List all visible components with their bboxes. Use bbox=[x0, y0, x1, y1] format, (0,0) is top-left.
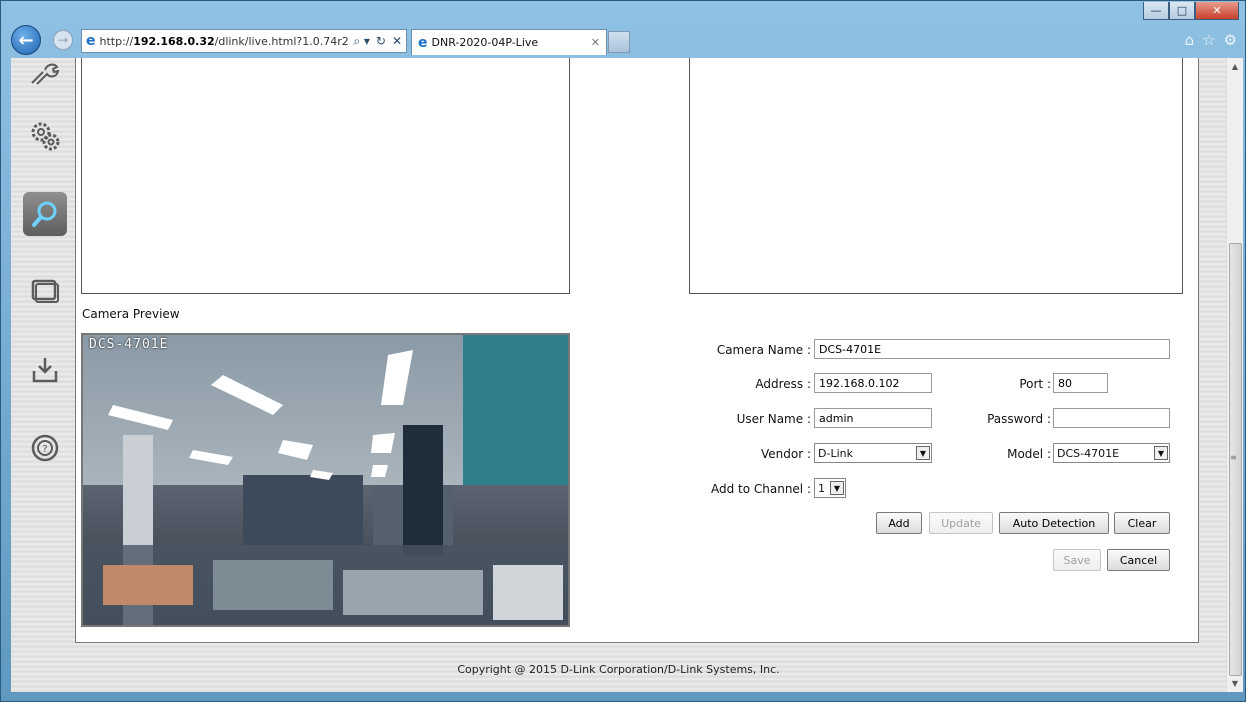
url-prefix: http:// bbox=[99, 34, 134, 48]
url-host: 192.168.0.32 bbox=[133, 34, 215, 48]
svg-text:?: ? bbox=[42, 444, 47, 455]
sidebar-item-search[interactable] bbox=[23, 192, 67, 236]
camera-list-right bbox=[689, 58, 1183, 294]
search-icon bbox=[32, 201, 57, 227]
chevron-down-icon[interactable]: ▼ bbox=[830, 481, 844, 495]
scroll-down-arrow-icon[interactable]: ▼ bbox=[1227, 675, 1243, 691]
password-label: Password : bbox=[987, 412, 1051, 426]
copyright-footer: Copyright @ 2015 D-Link Corporation/D-Li… bbox=[457, 663, 780, 676]
browser-window: — □ ✕ ← → e http:// 192.168.0.32 /dlink/… bbox=[0, 0, 1246, 702]
port-label: Port : bbox=[1019, 377, 1051, 391]
back-button[interactable]: ← bbox=[11, 25, 41, 55]
channel-select[interactable]: 1 ▼ bbox=[814, 478, 846, 498]
stop-icon[interactable]: ✕ bbox=[392, 34, 402, 49]
cancel-button[interactable]: Cancel bbox=[1107, 549, 1170, 571]
address-label: Address : bbox=[755, 377, 811, 391]
forward-arrow-icon: → bbox=[57, 33, 69, 47]
chevron-down-icon[interactable]: ▼ bbox=[1154, 446, 1168, 460]
sidebar-item-tools[interactable] bbox=[23, 52, 67, 96]
minimize-button[interactable]: — bbox=[1143, 2, 1169, 20]
camera-list-left bbox=[81, 58, 570, 294]
model-label: Model : bbox=[1007, 447, 1051, 461]
sidebar-item-download[interactable] bbox=[23, 348, 67, 392]
help-icon: ? bbox=[31, 434, 59, 462]
add-to-channel-label: Add to Channel : bbox=[710, 482, 811, 496]
add-button[interactable]: Add bbox=[876, 512, 922, 534]
password-input[interactable] bbox=[1053, 408, 1170, 428]
model-select[interactable]: DCS-4701E ▼ bbox=[1053, 443, 1170, 463]
scroll-up-arrow-icon[interactable]: ▲ bbox=[1227, 58, 1243, 74]
user-name-label: User Name : bbox=[736, 412, 811, 426]
settings-gears-icon bbox=[31, 122, 60, 151]
home-icon[interactable]: ⌂ bbox=[1185, 31, 1195, 49]
settings-gear-icon[interactable]: ⚙ bbox=[1224, 31, 1237, 49]
address-input[interactable] bbox=[814, 373, 932, 393]
vendor-select[interactable]: D-Link ▼ bbox=[814, 443, 932, 463]
tab-live[interactable]: e DNR-2020-04P-Live ✕ bbox=[411, 29, 607, 55]
vertical-scrollbar[interactable]: ▲ ≡ ▼ bbox=[1226, 58, 1243, 692]
playback-icon bbox=[31, 279, 59, 303]
sidebar: ? bbox=[11, 58, 75, 692]
ie-tab-icon: e bbox=[418, 34, 428, 51]
sidebar-item-playback[interactable] bbox=[23, 270, 67, 314]
browser-tools: ⌂ ☆ ⚙ bbox=[1185, 31, 1237, 49]
sidebar-item-help[interactable]: ? bbox=[23, 426, 67, 470]
chevron-down-icon[interactable]: ▼ bbox=[916, 446, 930, 460]
scrollbar-grip-icon: ≡ bbox=[1230, 453, 1237, 462]
address-actions: ⌕ ▾ ↻ ✕ bbox=[353, 34, 402, 49]
search-dropdown-icon[interactable]: ⌕ ▾ bbox=[353, 34, 370, 49]
address-bar[interactable]: e http:// 192.168.0.32 /dlink/live.html?… bbox=[81, 29, 407, 53]
camera-name-input[interactable] bbox=[814, 339, 1170, 359]
tab-title: DNR-2020-04P-Live bbox=[431, 36, 539, 49]
camera-overlay-label: DCS-4701E bbox=[89, 337, 169, 352]
window-controls: — □ ✕ bbox=[1143, 2, 1239, 20]
close-window-button[interactable]: ✕ bbox=[1195, 2, 1239, 20]
camera-setup-panel: Camera Preview DCS-4701E Camera Name: D… bbox=[75, 58, 1199, 643]
user-name-input[interactable] bbox=[814, 408, 932, 428]
tab-close-icon[interactable]: ✕ bbox=[591, 36, 600, 49]
channel-select-value: 1 bbox=[818, 481, 825, 495]
forward-button[interactable]: → bbox=[53, 30, 73, 50]
camera-preview-label: Camera Preview bbox=[82, 307, 180, 321]
camera-preview-image bbox=[83, 335, 568, 625]
favorites-star-icon[interactable]: ☆ bbox=[1202, 31, 1215, 49]
maximize-button[interactable]: □ bbox=[1169, 2, 1195, 20]
page-content: ? Camera Preview DCS-4701E Camera Name:… bbox=[11, 58, 1226, 692]
ie-page-icon: e bbox=[86, 33, 96, 49]
vendor-select-value: D-Link bbox=[818, 446, 853, 460]
model-select-value: DCS-4701E bbox=[1057, 446, 1120, 460]
camera-name-label: Camera Name : bbox=[716, 343, 811, 357]
save-button[interactable]: Save bbox=[1053, 549, 1101, 571]
port-input[interactable] bbox=[1053, 373, 1108, 393]
new-tab-button[interactable] bbox=[608, 31, 630, 53]
sidebar-item-settings[interactable] bbox=[23, 114, 67, 158]
camera-preview: DCS-4701E bbox=[81, 333, 570, 627]
refresh-icon[interactable]: ↻ bbox=[376, 34, 386, 49]
clear-button[interactable]: Clear bbox=[1114, 512, 1170, 534]
update-button[interactable]: Update bbox=[929, 512, 993, 534]
vendor-label: Vendor : bbox=[760, 447, 811, 461]
download-icon bbox=[32, 358, 58, 383]
auto-detection-button[interactable]: Auto Detection bbox=[999, 512, 1109, 534]
url-path: /dlink/live.html?1.0.74r2 bbox=[214, 34, 349, 48]
back-arrow-icon: ← bbox=[18, 29, 34, 51]
tools-icon bbox=[31, 63, 60, 85]
